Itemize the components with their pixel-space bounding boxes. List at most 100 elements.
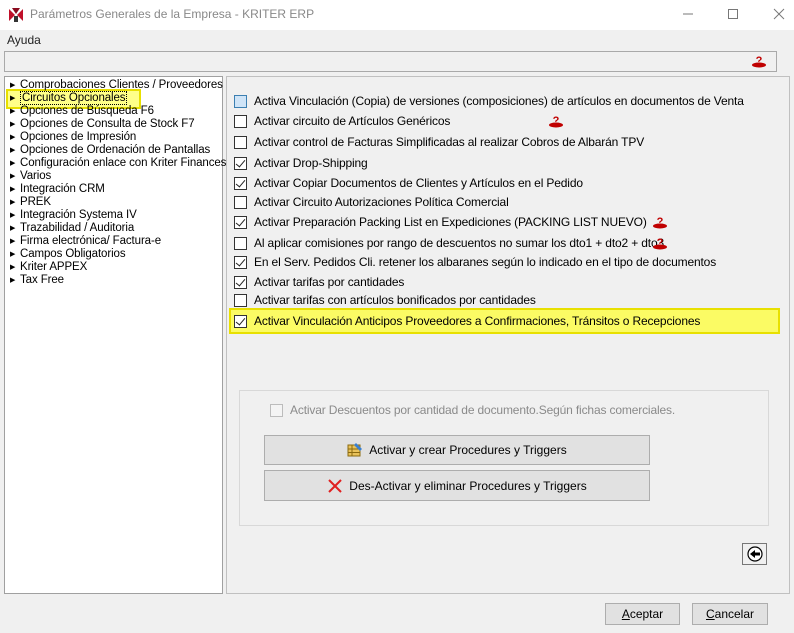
tree-item[interactable]: ▶ Trazabilidad / Auditoria: [10, 222, 134, 235]
expand-arrow-icon[interactable]: ▶: [10, 131, 20, 144]
expand-arrow-icon[interactable]: ▶: [10, 274, 20, 287]
expand-arrow-icon[interactable]: ▶: [10, 261, 20, 274]
window-title: Parámetros Generales de la Empresa - KRI…: [30, 7, 315, 21]
minimize-button[interactable]: [673, 3, 703, 25]
kriter-app-icon: [8, 8, 24, 22]
tree-item[interactable]: ▶ Circuitos Opcionales: [10, 91, 128, 105]
expand-arrow-icon[interactable]: ▶: [10, 183, 20, 196]
discount-checkbox[interactable]: [270, 403, 283, 417]
option-checkbox[interactable]: [234, 255, 247, 269]
tree-item[interactable]: ▶ Tax Free: [10, 274, 64, 287]
option-checkbox[interactable]: [234, 135, 247, 149]
back-button[interactable]: [742, 543, 767, 565]
expand-arrow-icon[interactable]: ▶: [10, 222, 20, 235]
tree-item[interactable]: ▶ Varios: [10, 170, 51, 183]
option-row: Al aplicar comisiones por rango de descu…: [234, 235, 664, 251]
option-checkbox[interactable]: [234, 94, 247, 108]
tree-item[interactable]: ▶ Integración Systema IV: [10, 209, 137, 222]
tree-item[interactable]: ▶ Configuración enlace con Kriter Finance…: [10, 157, 226, 170]
tree-item[interactable]: ▶ Campos Obligatorios: [10, 248, 126, 261]
expand-arrow-icon[interactable]: ▶: [10, 92, 20, 105]
expand-arrow-icon[interactable]: ▶: [10, 79, 20, 92]
tree-item[interactable]: ▶ Integración CRM: [10, 183, 105, 196]
tree-item[interactable]: ▶ Opciones de Búsqueda F6: [10, 105, 154, 118]
tree-item[interactable]: ▶ Opciones de Ordenación de Pantallas: [10, 144, 210, 157]
tree-item-label: Opciones de Búsqueda F6: [20, 105, 154, 117]
expand-arrow-icon[interactable]: ▶: [10, 196, 20, 209]
option-row: Activar tarifas con artículos bonificado…: [234, 292, 536, 308]
option-row: Activar Circuito Autorizaciones Política…: [234, 194, 509, 210]
option-checkbox[interactable]: [234, 236, 247, 250]
activate-procedures-label: Activar y crear Procedures y Triggers: [369, 443, 567, 457]
option-row: Activar Preparación Packing List en Expe…: [234, 214, 647, 230]
maximize-button[interactable]: [718, 3, 748, 25]
tree-item[interactable]: ▶ Kriter APPEX: [10, 261, 87, 274]
close-button[interactable]: [764, 3, 794, 25]
option-checkbox[interactable]: [234, 293, 247, 307]
expand-arrow-icon[interactable]: ▶: [10, 235, 20, 248]
expand-arrow-icon[interactable]: ▶: [10, 157, 20, 170]
option-label: Activar tarifas con artículos bonificado…: [254, 293, 536, 307]
accept-button[interactable]: Aceptar: [605, 603, 680, 625]
discount-label: Activar Descuentos por cantidad de docum…: [290, 403, 676, 417]
tree-item-label: Opciones de Impresión: [20, 131, 137, 143]
cancel-button[interactable]: Cancelar: [692, 603, 768, 625]
option-label: Activar Preparación Packing List en Expe…: [254, 215, 647, 229]
option-label: Activar tarifas por cantidades: [254, 275, 405, 289]
expand-arrow-icon[interactable]: ▶: [10, 118, 20, 131]
database-activate-icon: [347, 443, 363, 457]
option-row: En el Serv. Pedidos Cli. retener los alb…: [234, 254, 716, 270]
tree-item[interactable]: ▶ Opciones de Impresión: [10, 131, 136, 144]
expand-arrow-icon[interactable]: ▶: [10, 209, 20, 222]
svg-text:?: ?: [657, 237, 664, 249]
option-row: Activar tarifas por cantidades: [234, 274, 404, 290]
expand-arrow-icon[interactable]: ▶: [10, 144, 20, 157]
help-icon[interactable]: ?: [652, 215, 668, 229]
activate-procedures-button[interactable]: Activar y crear Procedures y Triggers: [264, 435, 650, 465]
expand-arrow-icon[interactable]: ▶: [10, 170, 20, 183]
option-checkbox[interactable]: [234, 156, 247, 170]
deactivate-procedures-button[interactable]: Des-Activar y eliminar Procedures y Trig…: [264, 470, 650, 501]
tree-item[interactable]: ▶ Firma electrónica/ Factura-e: [10, 235, 161, 248]
tree-item-label: Trazabilidad / Auditoria: [20, 222, 135, 234]
option-checkbox[interactable]: [234, 215, 247, 229]
tree-item-label: Comprobaciones Clientes / Proveedores: [20, 79, 223, 91]
red-x-icon: [328, 478, 343, 493]
tree-item[interactable]: ▶ Opciones de Consulta de Stock F7: [10, 118, 195, 131]
option-checkbox[interactable]: [234, 314, 247, 328]
help-icon[interactable]: ?: [652, 236, 668, 250]
help-icon[interactable]: ?: [548, 114, 564, 128]
tree-item-label: Opciones de Ordenación de Pantallas: [20, 144, 211, 156]
deactivate-procedures-label: Des-Activar y eliminar Procedures y Trig…: [349, 478, 587, 493]
expand-arrow-icon[interactable]: ▶: [10, 105, 20, 118]
expand-arrow-icon[interactable]: ▶: [10, 248, 20, 261]
option-row: Activa Vinculación (Copia) de versiones …: [234, 93, 744, 109]
svg-text:?: ?: [756, 55, 763, 67]
option-checkbox[interactable]: [234, 176, 247, 190]
title-bar: Parámetros Generales de la Empresa - KRI…: [0, 0, 794, 30]
option-checkbox[interactable]: [234, 114, 247, 128]
cancel-label: Cancelar: [705, 607, 755, 621]
tree-item-label: Campos Obligatorios: [20, 248, 126, 260]
tree-item-label: PREK: [20, 196, 51, 208]
help-icon[interactable]: ?: [751, 54, 767, 68]
option-row: Activar control de Facturas Simplificada…: [234, 134, 644, 150]
tree-item-label: Varios: [20, 170, 52, 182]
maximize-icon: [728, 9, 738, 19]
option-label: Activar Drop-Shipping: [254, 156, 368, 170]
tree-item-label: Firma electrónica/ Factura-e: [20, 235, 161, 247]
option-row: Activar circuito de Artículos Genéricos: [234, 113, 450, 129]
option-checkbox[interactable]: [234, 195, 247, 209]
tree-item[interactable]: ▶ PREK: [10, 196, 51, 209]
tree-item-label: Opciones de Consulta de Stock F7: [20, 118, 195, 130]
option-label: Activar Copiar Documentos de Clientes y …: [254, 176, 583, 190]
category-tree: ▶ Comprobaciones Clientes / Proveedores ▶ C…: [4, 76, 226, 594]
svg-text:?: ?: [657, 216, 664, 228]
menu-help[interactable]: Ayuda: [7, 33, 41, 47]
option-checkbox[interactable]: [234, 275, 247, 289]
tree-item-label: Configuración enlace con Kriter Finances: [20, 157, 227, 169]
back-arrow-icon: [746, 546, 763, 562]
tree-item-label: Integración Systema IV: [20, 209, 137, 221]
tree-item-label: Tax Free: [20, 274, 64, 286]
discount-option: Activar Descuentos por cantidad de docum…: [270, 402, 675, 418]
